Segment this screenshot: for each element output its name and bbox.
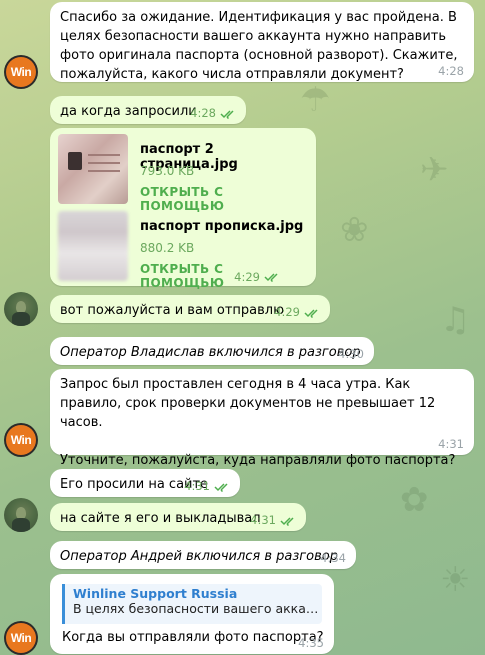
support-avatar[interactable]: Win <box>4 621 38 655</box>
message-time: 4:31 <box>250 513 276 527</box>
file-name: паспорт прописка.jpg <box>140 219 304 234</box>
double-check-icon <box>304 309 318 318</box>
double-check-icon <box>280 517 294 526</box>
operator-joined-notice[interactable]: Оператор Владислав включился в разговор … <box>50 337 374 365</box>
message-time: 4:28 <box>190 106 216 120</box>
user-avatar[interactable] <box>4 498 38 532</box>
background-doodle: ♫ <box>440 300 471 340</box>
double-check-icon <box>214 483 228 492</box>
incoming-message[interactable]: Его просили на сайте 4:31 <box>50 469 240 497</box>
message-time: 4:34 <box>320 551 346 565</box>
incoming-message[interactable]: Спасибо за ожидание. Идентификация у вас… <box>50 2 474 82</box>
message-text: Когда вы отправляли фото паспорта? <box>62 630 324 645</box>
open-with-button[interactable]: ОТКРЫТЬ С ПОМОЩЬЮ <box>140 262 308 290</box>
outgoing-files-message[interactable]: паспорт 2 страница.jpg 793.0 KB ОТКРЫТЬ … <box>50 128 316 290</box>
message-text: Спасибо за ожидание. Идентификация у вас… <box>60 10 462 82</box>
reply-snippet: В целях безопасности вашего аккаунта ... <box>73 601 322 616</box>
message-text: Оператор Владислав включился в разговор <box>60 345 361 360</box>
incoming-message[interactable]: Запрос был проставлен сегодня в 4 часа у… <box>50 369 474 468</box>
message-text: Оператор Андрей включился в разговор <box>60 549 338 564</box>
outgoing-message[interactable]: на сайте я его и выкладывал 4:31 <box>50 503 306 531</box>
outgoing-message[interactable]: да когда запросили 4:28 <box>50 96 246 124</box>
reply-quote[interactable]: Winline Support Russia В целях безопасно… <box>62 584 322 624</box>
message-time: 4:31 <box>184 479 210 493</box>
outgoing-message[interactable]: вот пожалуйста и вам отправлю 4:29 <box>50 295 330 323</box>
support-avatar[interactable]: Win <box>4 423 38 457</box>
message-time: 4:31 <box>438 437 464 451</box>
message-text: Запрос был проставлен сегодня в 4 часа у… <box>60 377 456 468</box>
background-doodle: ✿ <box>400 480 429 520</box>
message-time: 4:35 <box>298 636 324 650</box>
file-attachment[interactable]: паспорт прописка.jpg 880.2 KB ОТКРЫТЬ С … <box>58 211 308 290</box>
background-doodle: ✈ <box>420 150 449 190</box>
support-avatar[interactable]: Win <box>4 55 38 89</box>
background-doodle: ☀ <box>440 560 471 600</box>
file-thumbnail[interactable] <box>58 134 128 204</box>
file-size: 793.0 KB <box>140 164 195 178</box>
file-thumbnail[interactable] <box>58 211 128 281</box>
file-attachment[interactable]: паспорт 2 страница.jpg 793.0 KB ОТКРЫТЬ … <box>58 134 308 213</box>
message-time: 4:29 <box>234 270 260 284</box>
operator-joined-notice[interactable]: Оператор Андрей включился в разговор 4:3… <box>50 541 356 569</box>
incoming-reply-message[interactable]: Winline Support Russia В целях безопасно… <box>50 574 334 654</box>
message-time: 4:28 <box>438 64 464 78</box>
file-size: 880.2 KB <box>140 241 195 255</box>
user-avatar[interactable] <box>4 292 38 326</box>
reply-author: Winline Support Russia <box>73 586 238 601</box>
message-time: 4:30 <box>338 347 364 361</box>
open-with-button[interactable]: ОТКРЫТЬ С ПОМОЩЬЮ <box>140 185 308 213</box>
double-check-icon <box>220 110 234 119</box>
message-time: 4:29 <box>274 305 300 319</box>
double-check-icon <box>264 273 278 282</box>
background-doodle: ❀ <box>340 210 369 250</box>
background-doodle: ☂ <box>300 80 331 120</box>
